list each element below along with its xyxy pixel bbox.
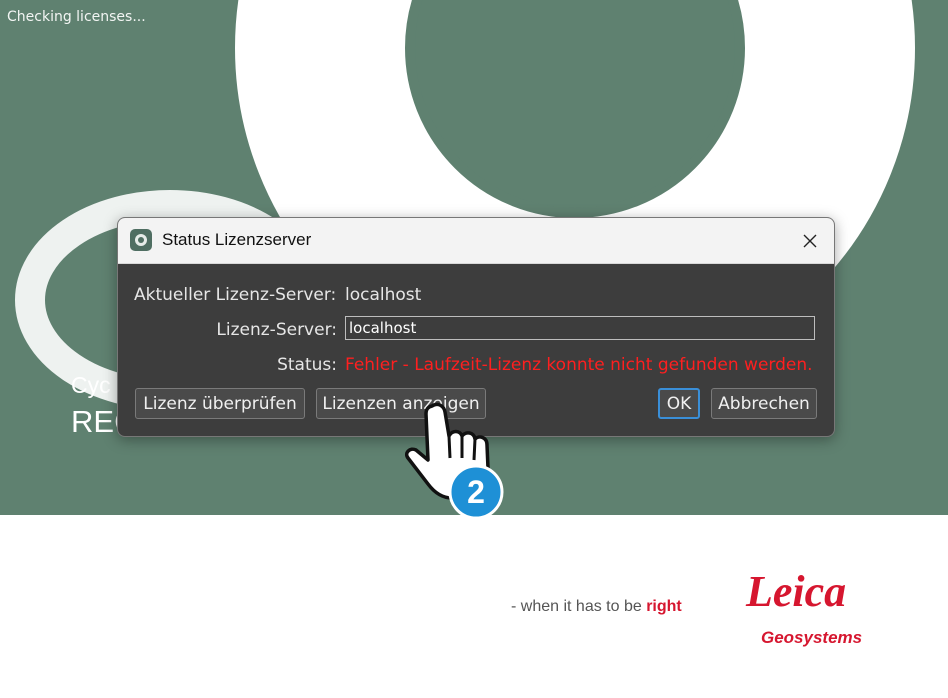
check-license-button[interactable]: Lizenz überprüfen	[135, 388, 305, 419]
loading-status-text: Checking licenses...	[7, 9, 146, 25]
close-icon	[803, 234, 817, 247]
current-server-value: localhost	[345, 285, 422, 305]
server-input[interactable]	[345, 316, 815, 340]
leica-logo: Leica	[746, 567, 847, 616]
show-licenses-button[interactable]: Lizenzen anzeigen	[316, 388, 486, 419]
app-icon	[130, 229, 152, 251]
ok-button[interactable]: OK	[658, 388, 700, 419]
dialog-titlebar: Status Lizenzserver	[118, 218, 834, 264]
leica-logo-subtitle: Geosystems	[761, 628, 863, 647]
server-label: Lizenz-Server:	[216, 320, 337, 340]
status-error-text: Fehler - Laufzeit-Lizenz konnte nicht ge…	[345, 355, 813, 375]
license-status-dialog: Status Lizenzserver Aktueller Lizenz-Ser…	[117, 217, 835, 437]
close-button[interactable]	[786, 218, 834, 263]
status-label: Status:	[277, 355, 337, 375]
tagline: - when it has to be right	[511, 598, 682, 616]
tagline-prefix: - when it has to be	[511, 598, 647, 615]
tagline-emphasis: right	[646, 598, 682, 615]
cancel-button[interactable]: Abbrechen	[711, 388, 817, 419]
product-name-line1: Cyc	[71, 372, 111, 398]
current-server-label: Aktueller Lizenz-Server:	[134, 285, 337, 305]
dialog-title: Status Lizenzserver	[162, 230, 312, 249]
